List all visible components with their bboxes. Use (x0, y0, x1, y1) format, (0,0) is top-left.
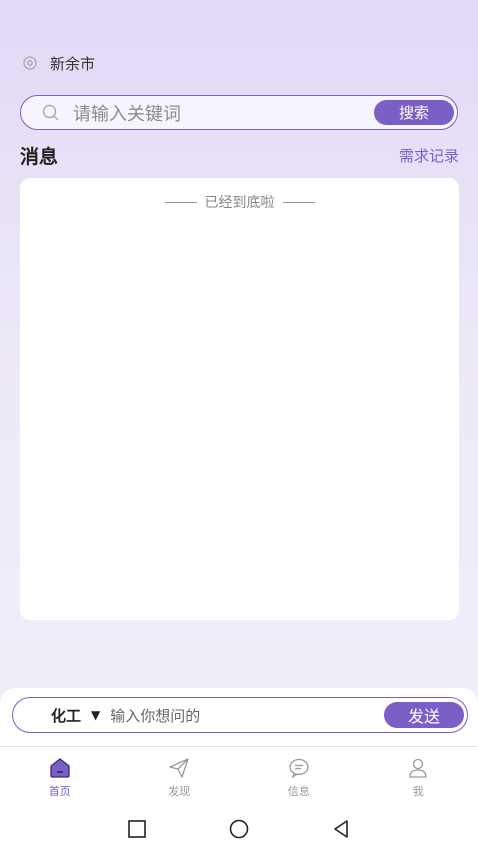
tab-bar: 首页 发现 信息 我 (0, 756, 478, 802)
tab-me-label: 我 (412, 785, 424, 798)
tab-home[interactable]: 首页 (0, 756, 120, 802)
bottom-sheet: 化工 ▼ 输入你想问的 发送 首页 发现 信息 我 (0, 688, 478, 850)
tab-info[interactable]: 信息 (239, 756, 359, 802)
tabbar-divider (0, 746, 478, 747)
recent-apps-icon[interactable] (126, 818, 148, 840)
ask-bar[interactable]: 化工 ▼ 输入你想问的 发送 (12, 697, 468, 733)
tab-discover[interactable]: 发现 (120, 756, 240, 802)
end-of-list-text: 已经到底啦 (204, 195, 275, 211)
divider-line-left (164, 201, 197, 203)
send-button[interactable]: 发送 (384, 702, 464, 728)
search-button[interactable]: 搜索 (374, 100, 454, 125)
demand-records-link[interactable]: 需求记录 (399, 145, 459, 166)
system-nav-bar (0, 814, 478, 844)
search-icon (41, 103, 61, 123)
paper-plane-icon (167, 756, 191, 780)
search-bar[interactable]: 请输入关键词 搜索 (20, 95, 458, 130)
category-selector[interactable]: 化工 (51, 705, 81, 726)
location-city: 新余市 (50, 54, 96, 73)
messages-title: 消息 (20, 146, 59, 168)
tab-home-label: 首页 (48, 785, 71, 798)
end-of-list-note: 已经到底啦 (20, 192, 459, 212)
location-pin-icon (22, 55, 38, 71)
divider-line-right (282, 201, 315, 203)
back-triangle-icon[interactable] (330, 818, 352, 840)
tab-discover-label: 发现 (168, 785, 191, 798)
tab-info-label: 信息 (287, 785, 310, 798)
messages-panel: 已经到底啦 (20, 178, 459, 620)
tab-me[interactable]: 我 (359, 756, 478, 802)
chat-bubble-icon (287, 756, 311, 780)
location-row[interactable]: 新余市 (22, 52, 95, 74)
caret-down-icon[interactable]: ▼ (91, 708, 100, 722)
home-icon (48, 756, 72, 780)
home-circle-icon[interactable] (228, 818, 250, 840)
user-icon (406, 756, 430, 780)
